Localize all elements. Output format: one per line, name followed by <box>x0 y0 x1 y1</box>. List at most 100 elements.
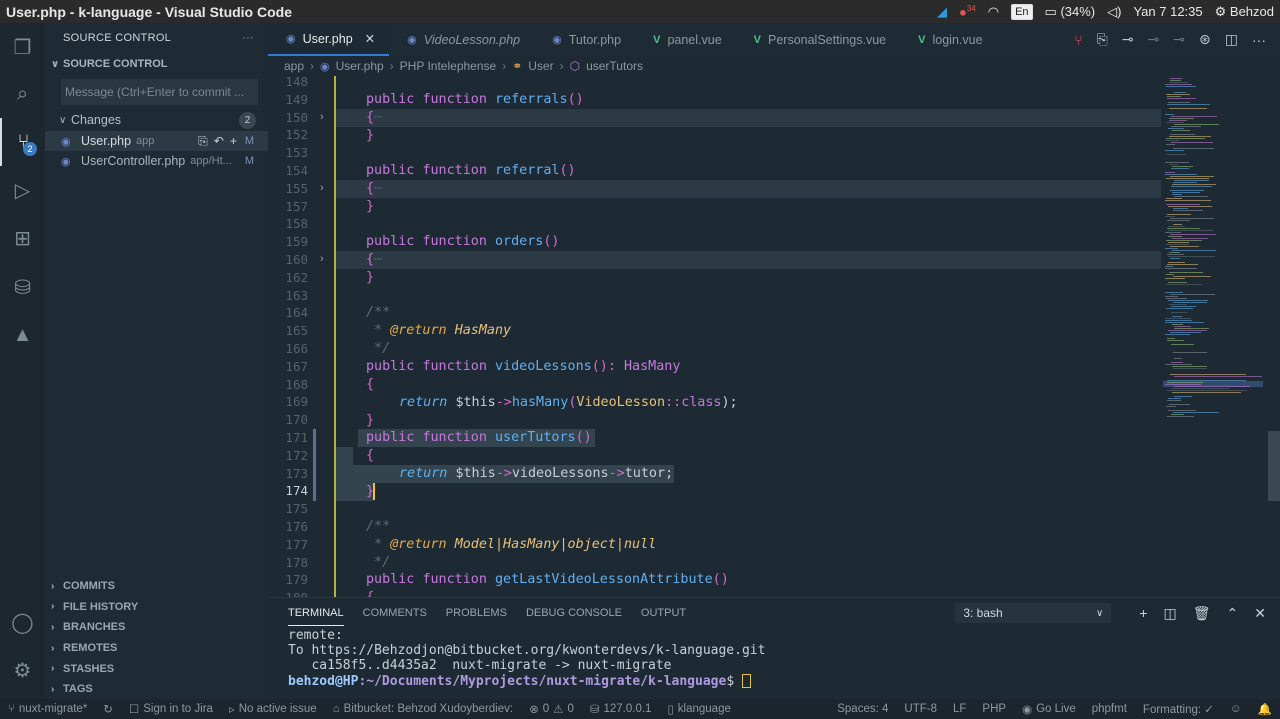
vertical-scrollbar[interactable] <box>1268 431 1280 501</box>
open-file-icon[interactable]: ⎘ <box>198 134 208 149</box>
branch-status[interactable]: ⑂ nuxt-migrate* <box>0 703 95 715</box>
problems-status[interactable]: ⊗ 0 ⚠ 0 <box>521 702 582 716</box>
issue-status[interactable]: ▹ No active issue <box>221 702 325 716</box>
commit-message-input[interactable]: Message (Ctrl+Enter to commit ... <box>61 79 258 105</box>
gitlens-icon[interactable]: ⑂ <box>1074 32 1082 48</box>
server-status[interactable]: ⛁ 127.0.0.1 <box>582 702 660 716</box>
tab-problems[interactable]: PROBLEMS <box>446 607 507 619</box>
minimap-line <box>1166 198 1182 199</box>
terminal-select[interactable]: 3: bash ∨ <box>955 603 1112 623</box>
previous-revision-icon[interactable]: ⊸ <box>1148 31 1160 48</box>
more-actions-icon[interactable]: ··· <box>1252 32 1266 48</box>
folder-status[interactable]: ▯ klanguage <box>659 702 738 716</box>
section-commits[interactable]: › COMMITS <box>45 576 268 597</box>
discard-changes-icon[interactable]: ↶ <box>214 134 224 149</box>
eol-status[interactable]: LF <box>945 703 974 715</box>
bitbucket-status[interactable]: ⌂ Bitbucket: Behzod Xudoyberdiev: <box>325 703 521 715</box>
split-editor-icon[interactable]: ◫ <box>1225 31 1238 48</box>
breadcrumb-item[interactable]: User <box>528 59 553 73</box>
tab-videolesson-php[interactable]: ◉ VideoLesson.php <box>389 23 534 56</box>
section-branches[interactable]: › BRANCHES <box>45 617 268 638</box>
bell-icon[interactable]: 🔔 <box>1250 702 1280 716</box>
breadcrumb-item[interactable]: User.php <box>336 59 384 73</box>
minimap[interactable] <box>1163 76 1280 597</box>
indentation-status[interactable]: Spaces: 4 <box>829 703 896 715</box>
tab-output[interactable]: OUTPUT <box>641 607 686 619</box>
maximize-panel-icon[interactable]: ⌃ <box>1227 605 1239 622</box>
tab-panel-vue[interactable]: Vpanel.vue <box>635 23 736 56</box>
extensions-icon[interactable]: ⊞ <box>0 214 45 262</box>
sync-icon[interactable]: ↻ <box>95 702 121 716</box>
user-menu[interactable]: ⚙ Behzod <box>1215 4 1274 20</box>
battery-indicator[interactable]: ▭ (34%) <box>1045 4 1096 20</box>
section-remotes[interactable]: › REMOTES <box>45 638 268 659</box>
jira-status[interactable]: ☐ Sign in to Jira <box>121 702 221 716</box>
minimap-line <box>1170 176 1214 177</box>
code-editor[interactable]: 148 149 150 152 153 154 155 157 158 159 160 162 163 1… <box>268 76 1280 597</box>
changes-group[interactable]: ∨ Changes 2 <box>45 109 268 131</box>
breadcrumb-item[interactable]: app <box>284 59 304 73</box>
feedback-icon[interactable]: ☺ <box>1222 703 1250 715</box>
tab-debug-console[interactable]: DEBUG CONSOLE <box>526 607 622 619</box>
explorer-icon[interactable]: ❐ <box>0 23 45 71</box>
close-panel-icon[interactable]: ✕ <box>1254 605 1266 622</box>
deploy-icon[interactable]: ▲ <box>0 311 45 359</box>
tab-user-php[interactable]: ◉ User.php ✕ <box>268 23 390 56</box>
clock[interactable]: Yan 7 12:35 <box>1133 4 1202 19</box>
run-debug-icon[interactable]: ▷ <box>0 166 45 214</box>
vue-file-icon: V <box>753 33 761 46</box>
encoding-status[interactable]: UTF-8 <box>896 703 945 715</box>
manage-gear-icon[interactable]: ⚙ <box>0 646 45 694</box>
changed-file-user[interactable]: ◉ User.php app ⎘ ↶ + M <box>45 131 268 151</box>
next-revision-icon[interactable]: ⊸ <box>1173 31 1185 48</box>
minimap-line <box>1167 340 1184 341</box>
formatting-status[interactable]: Formatting: ✓ <box>1135 702 1222 716</box>
trash-icon[interactable]: 🗑 <box>1193 605 1211 622</box>
tab-label: PersonalSettings.vue <box>768 32 887 47</box>
chevron-down-icon: ∨ <box>59 114 67 126</box>
volume-icon[interactable]: ◁) <box>1107 4 1121 20</box>
search-icon[interactable]: ⌕ <box>0 70 45 118</box>
stage-changes-icon[interactable]: + <box>230 134 237 149</box>
account-icon[interactable]: ◯ <box>0 598 45 646</box>
split-terminal-icon[interactable]: ◫ <box>1164 605 1177 622</box>
tab-login-vue[interactable]: Vlogin.vue <box>900 23 996 56</box>
minimap-line <box>1170 332 1201 333</box>
section-file-history[interactable]: › FILE HISTORY <box>45 597 268 618</box>
tab-personalsettings-vue[interactable]: V PersonalSettings.vue <box>736 23 900 56</box>
phpfmt-status[interactable]: phpfmt <box>1084 703 1135 715</box>
changed-file-usercontroller[interactable]: ◉ UserController.php app/Ht... M <box>45 151 268 171</box>
breadcrumb-item[interactable]: PHP Intelephense <box>400 59 497 73</box>
keyboard-layout[interactable]: En <box>1011 3 1033 20</box>
server-icon: ⛁ <box>589 704 600 716</box>
app-indicator-icon[interactable]: ◢ <box>937 4 947 20</box>
section-tags[interactable]: › TAGS <box>45 679 268 700</box>
minimap-line <box>1171 126 1201 127</box>
chevron-right-icon[interactable]: › <box>320 251 332 269</box>
minimap-line <box>1170 294 1215 295</box>
tab-terminal[interactable]: TERMINAL <box>288 600 344 626</box>
file-status: M <box>244 155 254 167</box>
tab-tutor-php[interactable]: ◉ Tutor.php <box>534 23 635 56</box>
source-control-icon[interactable]: ⑂ 2 <box>0 118 45 166</box>
wifi-icon[interactable]: ◠ <box>988 4 999 20</box>
section-stashes[interactable]: › STASHES <box>45 658 268 679</box>
new-terminal-icon[interactable]: + <box>1139 605 1147 621</box>
language-status[interactable]: PHP <box>974 703 1014 715</box>
chevron-right-icon[interactable]: › <box>320 180 332 198</box>
compare-icon[interactable]: ⊛ <box>1199 31 1211 48</box>
go-live-button[interactable]: ◉ Go Live <box>1014 702 1084 716</box>
tab-comments[interactable]: COMMENTS <box>363 607 427 619</box>
notification-icon[interactable]: ●34 <box>959 4 976 19</box>
database-icon[interactable]: ⛁ <box>0 263 45 311</box>
terminal-output[interactable]: remote: To https://Behzodjon@bitbucket.or… <box>268 628 1280 689</box>
battery-percent: (34%) <box>1060 3 1096 19</box>
scm-section-header[interactable]: ∨ SOURCE CONTROL <box>45 53 268 75</box>
open-changes-icon[interactable]: ⎘ <box>1097 31 1108 48</box>
minimap-line <box>1168 242 1189 243</box>
more-actions-icon[interactable]: ··· <box>242 32 268 44</box>
chevron-right-icon[interactable]: › <box>320 109 332 127</box>
close-icon[interactable]: ✕ <box>365 31 375 46</box>
commit-graph-icon[interactable]: ⊸ <box>1122 31 1134 48</box>
breadcrumb-item[interactable]: userTutors <box>586 59 643 73</box>
